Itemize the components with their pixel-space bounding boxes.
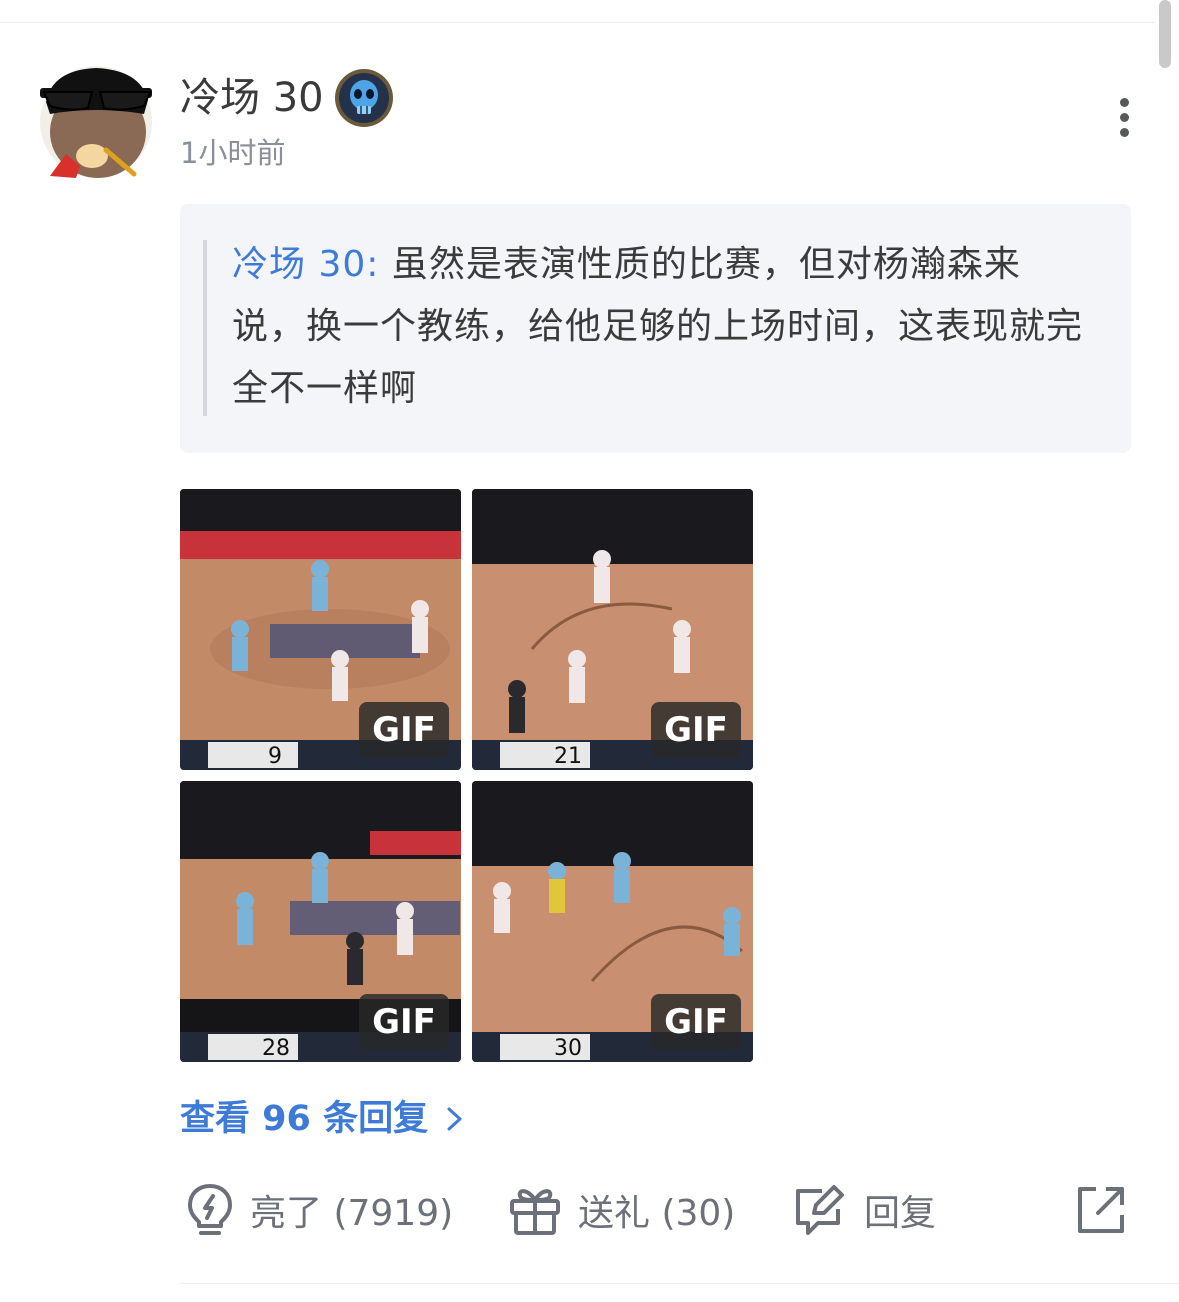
top-divider [0, 22, 1155, 23]
gif-badge: GIF [651, 702, 741, 758]
gif-badge: GIF [359, 994, 449, 1050]
quote-bar [203, 240, 207, 416]
scoreboard-score: 30 [554, 1036, 582, 1061]
avatar[interactable] [36, 62, 156, 182]
gift-label: 送礼 (30) [578, 1193, 736, 1234]
gif-thumbnail-4[interactable]: 30 GIF [472, 781, 753, 1062]
like-button[interactable]: 亮了 (7919) [186, 1178, 453, 1242]
view-replies-link[interactable]: 查看 96 条回复 [180, 1096, 468, 1142]
post-timestamp: 1小时前 [180, 136, 286, 170]
reply-label: 回复 [864, 1193, 937, 1234]
scoreboard-score: 9 [268, 744, 282, 769]
bottom-divider [180, 1283, 1179, 1284]
share-icon [1078, 1187, 1124, 1233]
like-label: 亮了 (7919) [250, 1193, 454, 1234]
scoreboard-score: 28 [262, 1036, 290, 1061]
username[interactable]: 冷场 30 [180, 72, 324, 124]
edit-comment-icon [796, 1185, 844, 1235]
more-options-icon[interactable] [1108, 94, 1140, 146]
view-replies-label: 查看 96 条回复 [180, 1099, 429, 1139]
lightbulb-icon [188, 1184, 232, 1235]
quote-text: 冷场 30: 虽然是表演性质的比赛，但对杨瀚森来说，换一个教练，给他足够的上场时… [232, 234, 1092, 420]
gif-badge: GIF [651, 994, 741, 1050]
gif-thumbnail-2[interactable]: 21 GIF [472, 489, 753, 770]
reply-button[interactable]: 回复 [792, 1178, 936, 1242]
skull-badge-icon[interactable] [334, 68, 394, 128]
scoreboard-score: 21 [554, 744, 582, 769]
gif-badge: GIF [359, 702, 449, 758]
chevron-right-icon [447, 1107, 462, 1131]
gift-icon [510, 1189, 560, 1235]
quote-block: 冷场 30: 虽然是表演性质的比赛，但对杨瀚森来说，换一个教练，给他足够的上场时… [180, 204, 1131, 453]
gif-thumbnail-3[interactable]: 28 GIF [180, 781, 461, 1062]
quote-author[interactable]: 冷场 30: [232, 244, 379, 285]
gift-button[interactable]: 送礼 (30) [508, 1178, 735, 1242]
scrollbar[interactable] [1159, 0, 1171, 68]
share-button[interactable] [1074, 1178, 1144, 1242]
gif-thumbnail-1[interactable]: 9 GIF [180, 489, 461, 770]
comment-card: 冷场 30 1小时前 冷场 30: 虽然是表演性质的比赛，但对杨瀚森来说，换一个… [0, 0, 1179, 1302]
